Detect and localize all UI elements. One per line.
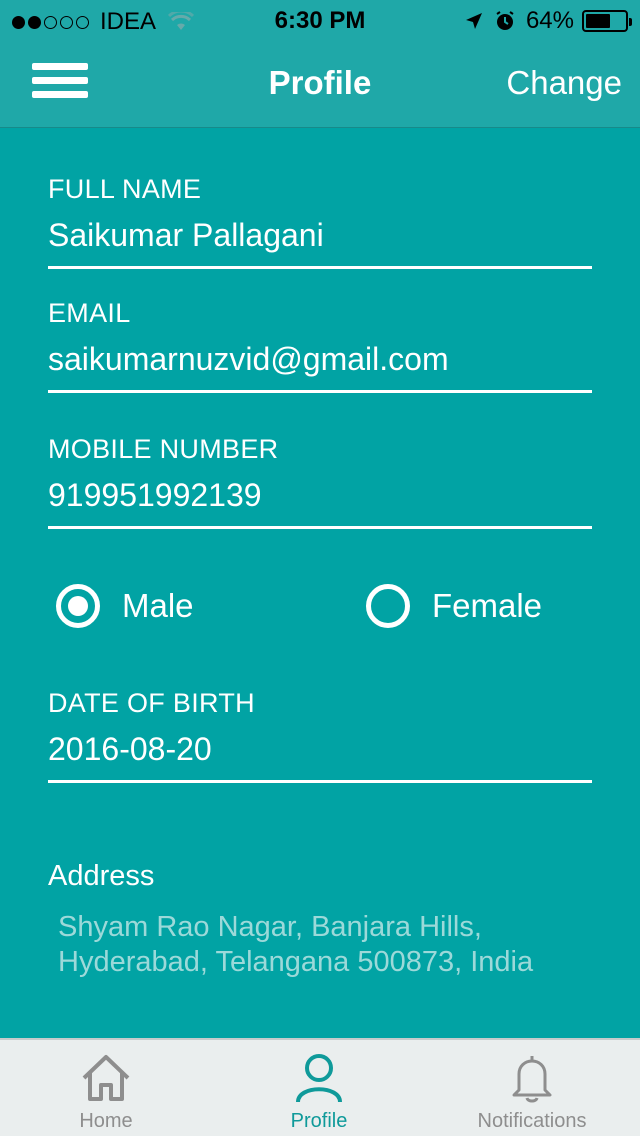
full-name-input[interactable]: Saikumar Pallagani [48,217,592,269]
battery-percent: 64% [525,7,574,34]
gender-option-male[interactable]: Male [56,584,194,628]
tab-notifications[interactable]: Notifications [462,1040,602,1136]
location-arrow-icon [465,13,482,29]
email-input[interactable]: saikumarnuzvid@gmail.com [48,341,592,393]
address-line-2: Hyderabad, Telangana 500873, India [58,946,534,978]
home-icon [82,1055,130,1101]
gender-option-female[interactable]: Female [366,584,542,628]
tab-notifications-label: Notifications [477,1110,587,1132]
full-name-field: FULL NAME Saikumar Pallagani [48,174,592,269]
status-bar: IDEA 6:30 PM 64% [0,0,640,40]
date-of-birth-label: DATE OF BIRTH [48,688,255,718]
navigation-bar: Profile Change [0,40,640,128]
mobile-number-field: MOBILE NUMBER 919951992139 [48,434,592,529]
status-right: 64% [464,7,632,35]
address-line-1: Shyam Rao Nagar, Banjara Hills, [58,911,482,943]
address-value[interactable]: Shyam Rao Nagar, Banjara Hills, Hyderaba… [58,910,578,980]
radio-male-icon[interactable] [56,584,100,628]
battery-icon [582,10,632,32]
email-field: EMAIL saikumarnuzvid@gmail.com [48,298,592,393]
gender-label-female: Female [432,587,543,624]
radio-female-icon[interactable] [366,584,410,628]
battery-fill [586,14,611,28]
gender-label-male: Male [122,587,194,624]
mobile-number-label: MOBILE NUMBER [48,434,279,464]
email-label: EMAIL [48,298,131,328]
user-icon [296,1054,342,1103]
tab-profile[interactable]: Profile [259,1040,379,1136]
alarm-clock-icon [496,11,514,30]
change-button[interactable]: Change [506,64,622,102]
full-name-label: FULL NAME [48,174,202,204]
address-label: Address [48,860,155,892]
date-of-birth-input[interactable]: 2016-08-20 [48,731,592,783]
tab-home-label: Home [79,1110,133,1132]
tab-profile-label: Profile [290,1110,348,1132]
gender-radio-group: Male Female [56,584,596,632]
bell-icon [512,1056,552,1103]
date-of-birth-field: DATE OF BIRTH 2016-08-20 [48,688,592,783]
tab-bar: Home Profile Notifications [0,1038,640,1136]
tab-home[interactable]: Home [46,1040,166,1136]
mobile-number-input[interactable]: 919951992139 [48,477,592,529]
